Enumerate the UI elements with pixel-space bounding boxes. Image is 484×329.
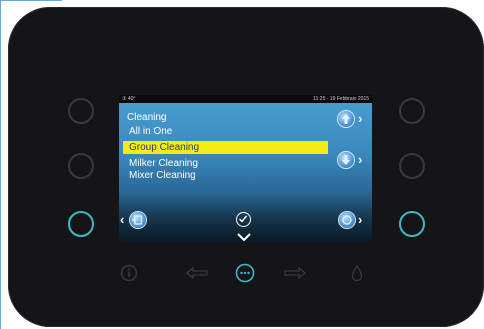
chevron-right-icon: ›	[358, 212, 363, 227]
right-button-2[interactable]	[399, 153, 425, 179]
arrow-left-icon[interactable]	[185, 266, 209, 285]
left-button-3[interactable]	[68, 211, 94, 237]
menu-item-mixer-cleaning[interactable]: Mixer Cleaning	[129, 170, 196, 181]
status-datetime: 11:25 · 19 Febbraio 2015	[313, 96, 369, 102]
check-icon[interactable]	[236, 212, 251, 227]
display-screen: ③ 40° 11:25 · 19 Febbraio 2015 Cleaning …	[119, 95, 372, 242]
right-button-3[interactable]	[399, 211, 425, 237]
document-back-icon[interactable]	[130, 212, 146, 228]
chevron-down-icon	[236, 229, 252, 247]
arrow-down-icon[interactable]	[338, 152, 354, 168]
left-button-1[interactable]	[68, 98, 94, 124]
menu-title: Cleaning	[127, 112, 167, 123]
info-icon[interactable]	[120, 264, 138, 287]
more-icon[interactable]	[235, 263, 255, 288]
chevron-right-icon: ›	[358, 152, 363, 167]
circle-next-icon[interactable]	[339, 212, 355, 228]
left-button-2[interactable]	[68, 153, 94, 179]
menu-item-group-cleaning[interactable]: Group Cleaning	[123, 141, 328, 154]
water-drop-icon[interactable]	[350, 264, 364, 287]
arrow-right-icon[interactable]	[283, 266, 307, 285]
chevron-right-icon: ›	[358, 111, 363, 126]
right-button-1[interactable]	[399, 98, 425, 124]
menu-item-all-in-one[interactable]: All in One	[129, 126, 172, 137]
status-bar: ③ 40° 11:25 · 19 Febbraio 2015	[119, 95, 372, 103]
menu-item-milker-cleaning[interactable]: Milker Cleaning	[129, 158, 198, 169]
arrow-up-icon[interactable]	[338, 111, 354, 127]
status-indicators: ③ 40°	[122, 96, 136, 102]
chevron-left-icon: ‹	[120, 212, 125, 227]
